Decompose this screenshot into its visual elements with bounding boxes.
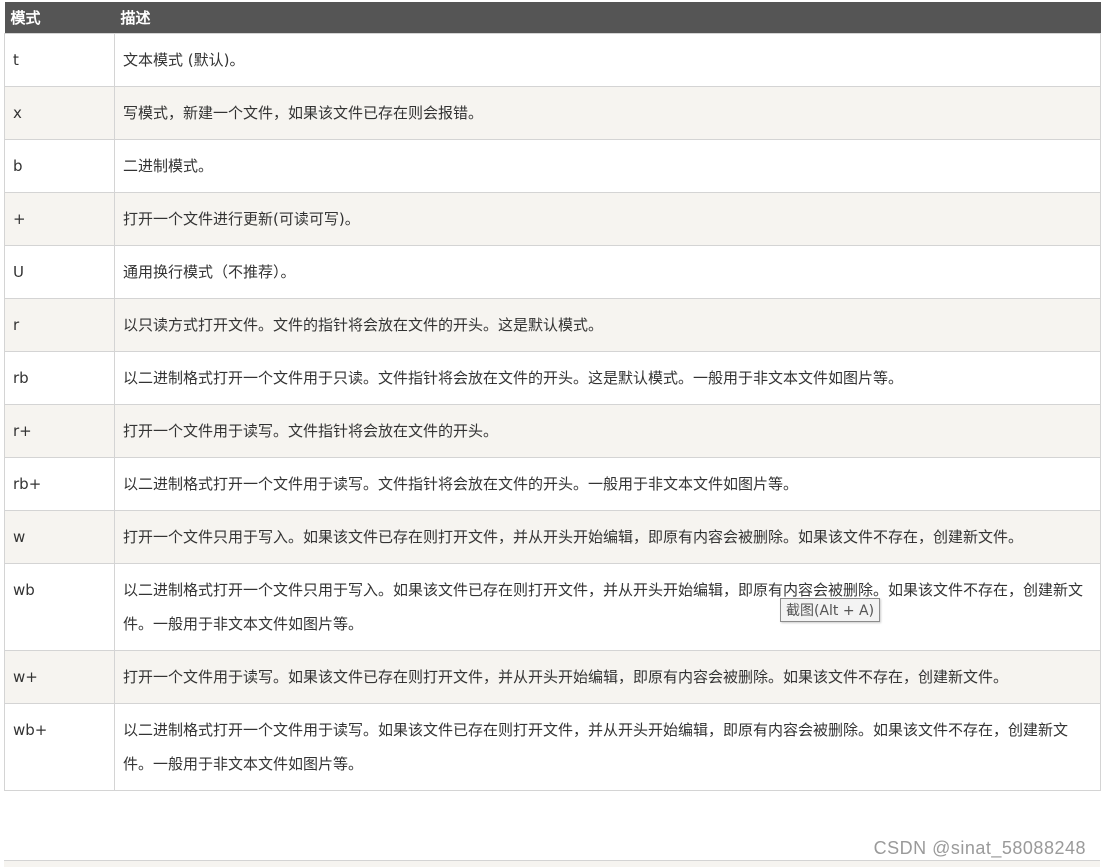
mode-cell: rb bbox=[4, 351, 115, 405]
mode-cell: wb+ bbox=[4, 703, 115, 791]
description-cell: 打开一个文件用于读写。如果该文件已存在则打开文件，并从开头开始编辑，即原有内容会… bbox=[114, 650, 1101, 704]
table-row: wb 以二进制格式打开一个文件只用于写入。如果该文件已存在则打开文件，并从开头开… bbox=[4, 563, 1101, 651]
header-mode: 模式 bbox=[4, 2, 115, 34]
description-cell: 打开一个文件用于读写。文件指针将会放在文件的开头。 bbox=[114, 404, 1101, 458]
table-row: wb+ 以二进制格式打开一个文件用于读写。如果该文件已存在则打开文件，并从开头开… bbox=[4, 703, 1101, 791]
mode-cell: + bbox=[4, 192, 115, 246]
table-row: t 文本模式 (默认)。 bbox=[4, 33, 1101, 87]
table-row: x 写模式，新建一个文件，如果该文件已存在则会报错。 bbox=[4, 86, 1101, 140]
table-header-row: 模式 描述 bbox=[4, 2, 1101, 34]
page: 模式 描述 t 文本模式 (默认)。 x 写模式，新建一个文件，如果该文件已存在… bbox=[0, 0, 1102, 867]
description-cell: 二进制模式。 bbox=[114, 139, 1101, 193]
description-cell: 以二进制格式打开一个文件用于读写。文件指针将会放在文件的开头。一般用于非文本文件… bbox=[114, 457, 1101, 511]
mode-cell: U bbox=[4, 245, 115, 299]
mode-cell: w+ bbox=[4, 650, 115, 704]
table-row: rb 以二进制格式打开一个文件用于只读。文件指针将会放在文件的开头。这是默认模式… bbox=[4, 351, 1101, 405]
file-mode-table: 模式 描述 t 文本模式 (默认)。 x 写模式，新建一个文件，如果该文件已存在… bbox=[4, 2, 1101, 791]
description-cell: 文本模式 (默认)。 bbox=[114, 33, 1101, 87]
table-row: w+ 打开一个文件用于读写。如果该文件已存在则打开文件，并从开头开始编辑，即原有… bbox=[4, 650, 1101, 704]
table-row: + 打开一个文件进行更新(可读可写)。 bbox=[4, 192, 1101, 246]
description-cell: 以二进制格式打开一个文件只用于写入。如果该文件已存在则打开文件，并从开头开始编辑… bbox=[114, 563, 1101, 651]
table-row: r+ 打开一个文件用于读写。文件指针将会放在文件的开头。 bbox=[4, 404, 1101, 458]
mode-cell: t bbox=[4, 33, 115, 87]
table-row: w 打开一个文件只用于写入。如果该文件已存在则打开文件，并从开头开始编辑，即原有… bbox=[4, 510, 1101, 564]
table-row: U 通用换行模式（不推荐）。 bbox=[4, 245, 1101, 299]
description-cell: 打开一个文件进行更新(可读可写)。 bbox=[114, 192, 1101, 246]
mode-cell: x bbox=[4, 86, 115, 140]
mode-cell: r bbox=[4, 298, 115, 352]
screenshot-tooltip: 截图(Alt + A) bbox=[780, 598, 881, 622]
mode-cell: b bbox=[4, 139, 115, 193]
table-row: b 二进制模式。 bbox=[4, 139, 1101, 193]
mode-cell: wb bbox=[4, 563, 115, 651]
description-cell: 以二进制格式打开一个文件用于读写。如果该文件已存在则打开文件，并从开头开始编辑，… bbox=[114, 703, 1101, 791]
description-cell: 打开一个文件只用于写入。如果该文件已存在则打开文件，并从开头开始编辑，即原有内容… bbox=[114, 510, 1101, 564]
mode-cell: r+ bbox=[4, 404, 115, 458]
table-bottom-edge bbox=[4, 860, 1100, 867]
watermark: CSDN @sinat_58088248 bbox=[873, 838, 1086, 858]
mode-cell: w bbox=[4, 510, 115, 564]
header-description: 描述 bbox=[114, 2, 1101, 34]
table-row: r 以只读方式打开文件。文件的指针将会放在文件的开头。这是默认模式。 bbox=[4, 298, 1101, 352]
table-row: rb+ 以二进制格式打开一个文件用于读写。文件指针将会放在文件的开头。一般用于非… bbox=[4, 457, 1101, 511]
description-cell: 写模式，新建一个文件，如果该文件已存在则会报错。 bbox=[114, 86, 1101, 140]
description-cell: 通用换行模式（不推荐）。 bbox=[114, 245, 1101, 299]
mode-cell: rb+ bbox=[4, 457, 115, 511]
description-cell: 以只读方式打开文件。文件的指针将会放在文件的开头。这是默认模式。 bbox=[114, 298, 1101, 352]
description-cell: 以二进制格式打开一个文件用于只读。文件指针将会放在文件的开头。这是默认模式。一般… bbox=[114, 351, 1101, 405]
